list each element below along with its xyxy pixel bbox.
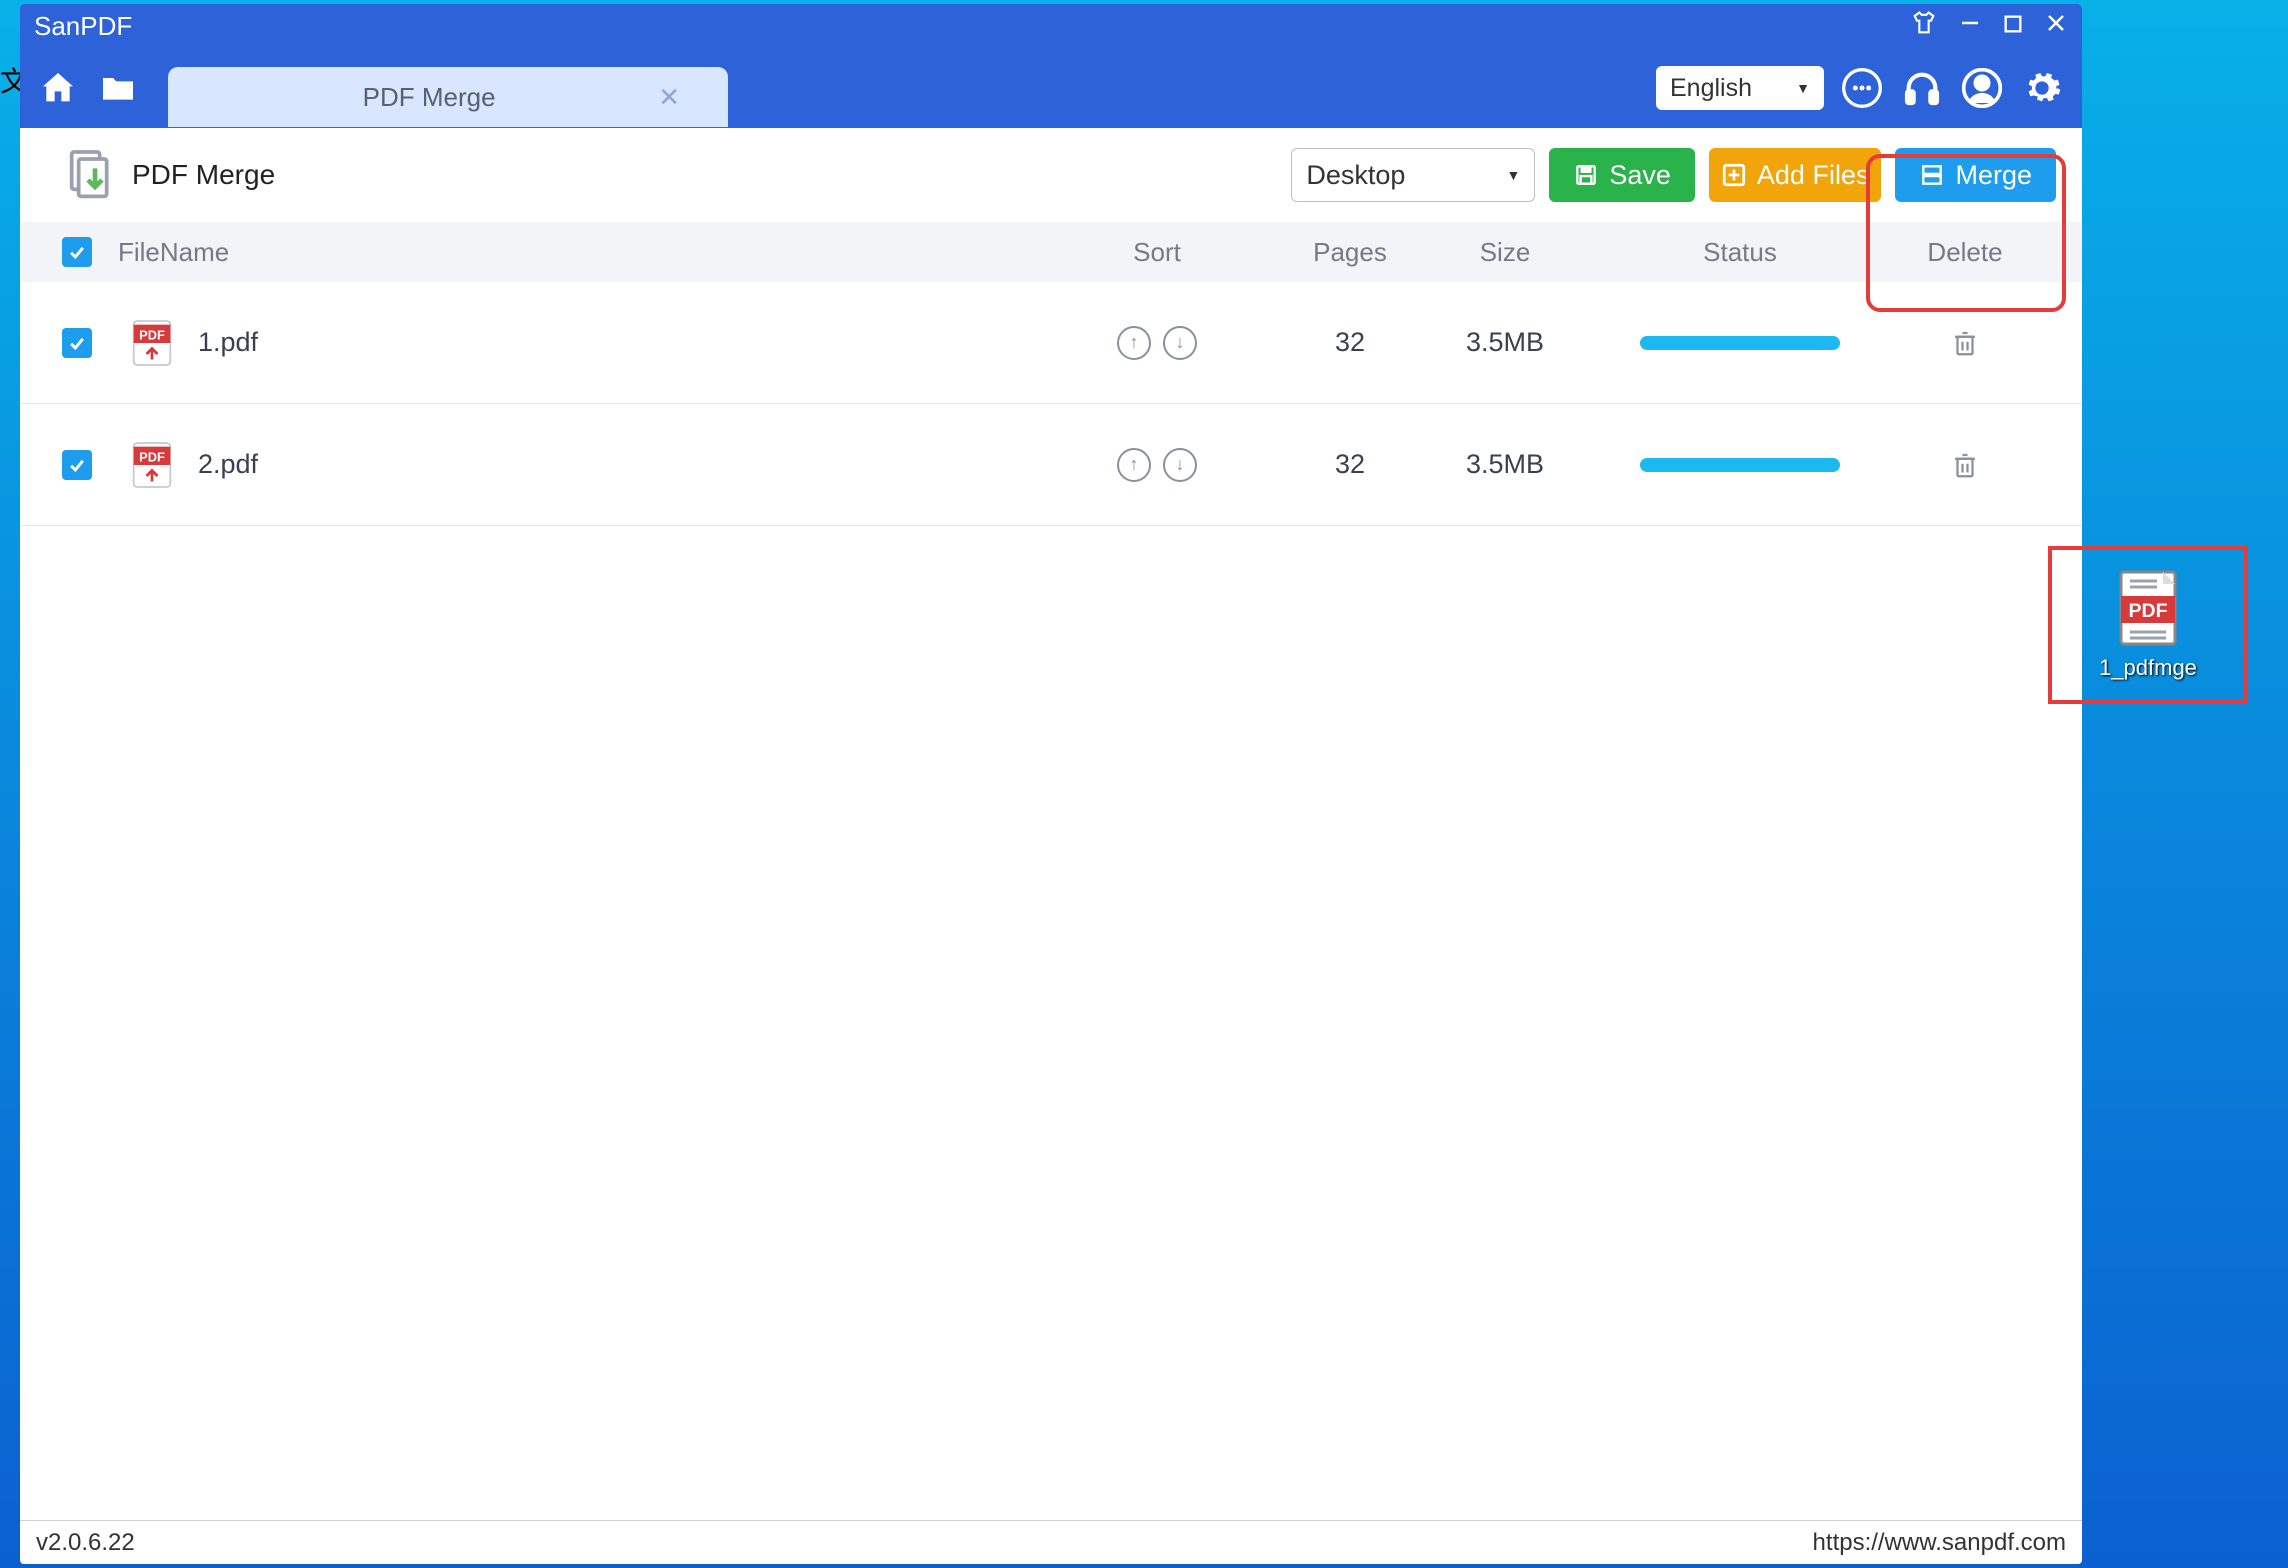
progress-bar <box>1640 458 1840 472</box>
table-row: PDF 1.pdf ↑ ↓ 32 3.5MB <box>20 282 2082 404</box>
headphones-icon[interactable] <box>1900 66 1944 110</box>
table-row: PDF 2.pdf ↑ ↓ 32 3.5MB <box>20 404 2082 526</box>
row-checkbox[interactable] <box>62 328 92 358</box>
titlebar: SanPDF <box>20 4 2082 48</box>
destination-select[interactable]: Desktop ▼ <box>1291 148 1535 202</box>
column-delete: Delete <box>1890 237 2040 268</box>
minimize-button[interactable] <box>1958 11 1982 42</box>
navbar: PDF Merge ✕ English ▼ <box>20 48 2082 128</box>
pdf-document-icon: PDF <box>2112 569 2184 647</box>
pages-value: 32 <box>1280 449 1420 480</box>
column-pages: Pages <box>1280 237 1420 268</box>
folder-icon[interactable] <box>98 68 138 108</box>
destination-selected: Desktop <box>1306 160 1405 191</box>
statusbar: v2.0.6.22 https://www.sanpdf.com <box>20 1520 2082 1564</box>
save-label: Save <box>1609 160 1671 191</box>
pdf-file-icon: PDF <box>130 317 174 369</box>
merge-button[interactable]: Merge <box>1895 148 2056 202</box>
select-all-checkbox[interactable] <box>62 237 92 267</box>
gear-icon[interactable] <box>2020 66 2064 110</box>
sort-up-button[interactable]: ↑ <box>1117 448 1151 482</box>
tshirt-icon[interactable] <box>1910 9 1938 44</box>
filename: 1.pdf <box>198 327 258 358</box>
maximize-button[interactable] <box>2002 11 2024 42</box>
merge-label: Merge <box>1955 160 2032 191</box>
desktop-background: 文 SanPDF <box>0 0 2288 1568</box>
add-files-button[interactable]: Add Files <box>1709 148 1882 202</box>
window-title: SanPDF <box>34 11 1910 42</box>
svg-text:PDF: PDF <box>2129 600 2168 622</box>
table-header: FileName Sort Pages Size Status Delete <box>20 222 2082 282</box>
chevron-down-icon: ▼ <box>1507 167 1521 183</box>
tab-label: PDF Merge <box>208 82 650 113</box>
column-size: Size <box>1420 237 1590 268</box>
toolbar: PDF Merge Desktop ▼ Save Add Files Merge <box>20 128 2082 222</box>
column-filename: FileName <box>118 237 1034 268</box>
filename: 2.pdf <box>198 449 258 480</box>
row-checkbox[interactable] <box>62 450 92 480</box>
version-label: v2.0.6.22 <box>36 1529 135 1557</box>
language-selected: English <box>1670 74 1752 103</box>
close-button[interactable] <box>2044 11 2068 42</box>
size-value: 3.5MB <box>1420 327 1590 358</box>
pages-value: 32 <box>1280 327 1420 358</box>
save-button[interactable]: Save <box>1549 148 1695 202</box>
chat-icon[interactable] <box>1840 66 1884 110</box>
add-files-label: Add Files <box>1757 160 1870 191</box>
desktop-file-label: 1_pdfmge <box>2099 655 2197 681</box>
desktop-output-file[interactable]: PDF 1_pdfmge <box>2048 546 2248 704</box>
sort-up-button[interactable]: ↑ <box>1117 326 1151 360</box>
progress-bar <box>1640 336 1840 350</box>
chevron-down-icon: ▼ <box>1796 80 1810 96</box>
column-sort: Sort <box>1034 237 1280 268</box>
delete-button[interactable] <box>1890 450 2040 480</box>
sort-down-button[interactable]: ↓ <box>1163 448 1197 482</box>
page-title: PDF Merge <box>132 159 275 191</box>
tab-pdf-merge[interactable]: PDF Merge ✕ <box>168 67 728 127</box>
delete-button[interactable] <box>1890 328 2040 358</box>
sort-down-button[interactable]: ↓ <box>1163 326 1197 360</box>
user-icon[interactable] <box>1960 66 2004 110</box>
svg-text:PDF: PDF <box>139 449 165 464</box>
size-value: 3.5MB <box>1420 449 1590 480</box>
app-window: SanPDF <box>20 4 2082 1564</box>
svg-text:PDF: PDF <box>139 327 165 342</box>
pdf-merge-icon <box>60 145 116 206</box>
column-status: Status <box>1590 237 1890 268</box>
home-icon[interactable] <box>38 68 78 108</box>
tab-close-icon[interactable]: ✕ <box>650 82 688 113</box>
pdf-file-icon: PDF <box>130 439 174 491</box>
language-select[interactable]: English ▼ <box>1656 66 1824 110</box>
website-url: https://www.sanpdf.com <box>1813 1529 2066 1557</box>
